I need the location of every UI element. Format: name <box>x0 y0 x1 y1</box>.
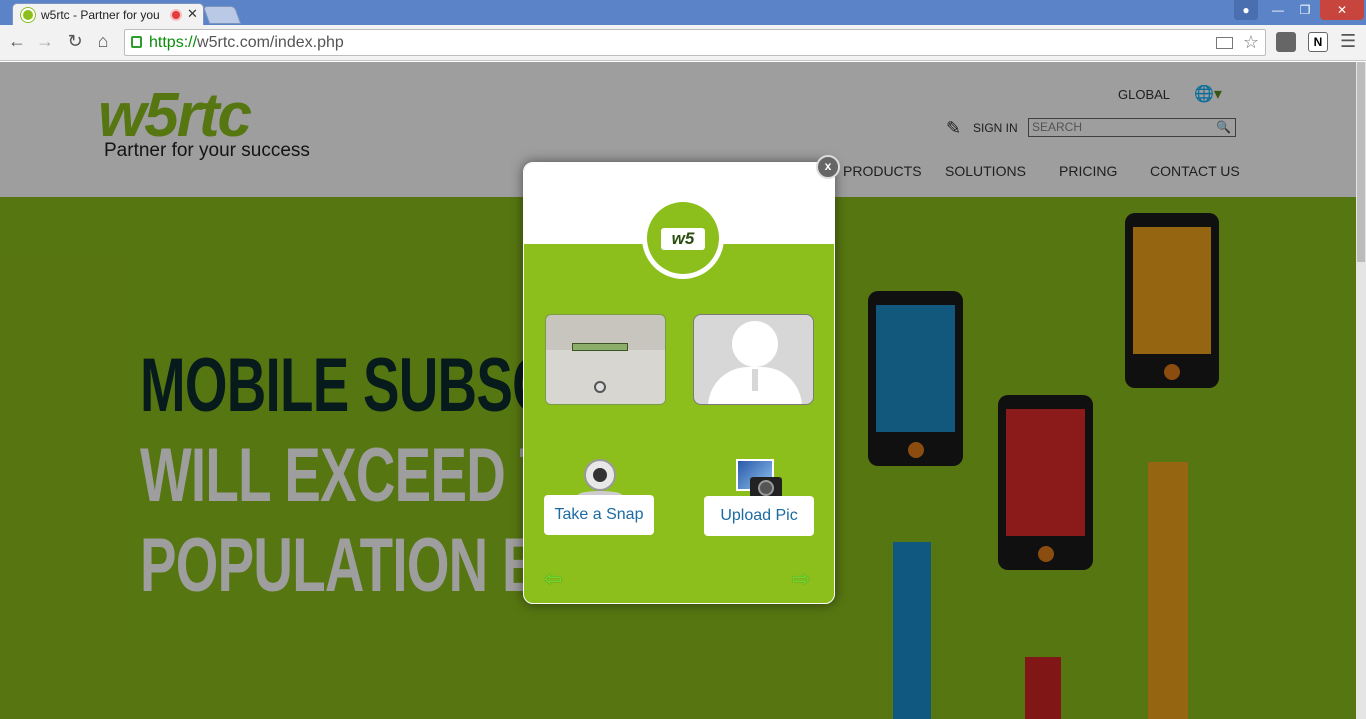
photo-camera-icon <box>736 459 784 501</box>
avatar-head <box>732 321 778 367</box>
secure-lock-icon <box>131 36 142 48</box>
address-bar[interactable]: https://w5rtc.com/index.php ☆ <box>124 29 1266 56</box>
home-icon[interactable]: ⌂ <box>92 31 114 52</box>
preview-floor <box>546 350 665 404</box>
preview-object <box>572 343 628 351</box>
recording-indicator-icon <box>170 9 182 21</box>
upload-pic-button[interactable]: Upload Pic <box>704 496 814 536</box>
logo-badge: w5 <box>661 228 705 250</box>
take-snap-button[interactable]: Take a Snap <box>544 495 654 535</box>
tab-close-icon[interactable]: ✕ <box>187 6 198 22</box>
browser-titlebar: w5rtc - Partner for you ✕ ● — ❐ ✕ <box>0 0 1366 25</box>
tab-title: w5rtc - Partner for you <box>41 8 160 22</box>
avatar-placeholder <box>693 314 814 405</box>
camera-permission-icon[interactable] <box>1216 37 1233 49</box>
avatar-collar <box>752 369 758 391</box>
bookmark-star-icon[interactable]: ☆ <box>1243 32 1259 53</box>
extension-n-icon[interactable]: N <box>1308 32 1328 52</box>
window-minimize-button[interactable]: — <box>1265 0 1291 20</box>
camera-preview <box>545 314 666 405</box>
browser-toolbar: ← → ↻ ⌂ https://w5rtc.com/index.php ☆ N … <box>0 25 1366 61</box>
logo-inner: w5 <box>647 202 719 274</box>
window-close-button[interactable]: ✕ <box>1320 0 1364 20</box>
reload-icon[interactable]: ↻ <box>64 31 86 52</box>
camera-lens <box>758 480 774 496</box>
preview-dot <box>594 381 606 393</box>
browser-tab-active[interactable]: w5rtc - Partner for you ✕ <box>12 3 204 25</box>
window-restore-button[interactable]: ❐ <box>1292 0 1318 20</box>
user-profile-icon[interactable]: ● <box>1234 0 1258 20</box>
w5-logo-icon: w5 <box>642 197 724 279</box>
site-favicon-icon <box>21 8 35 22</box>
page-scrollbar[interactable] <box>1356 62 1366 719</box>
next-arrow-icon[interactable]: ⇨ <box>792 566 810 592</box>
browser-menu-icon[interactable]: ☰ <box>1340 31 1356 52</box>
extension-shield-icon[interactable] <box>1276 32 1296 52</box>
webcam-lens <box>593 468 607 482</box>
scrollbar-thumb[interactable] <box>1357 62 1365 262</box>
url-text: https://w5rtc.com/index.php <box>149 34 344 51</box>
prev-arrow-icon[interactable]: ⇦ <box>544 566 562 592</box>
forward-arrow-icon[interactable]: → <box>34 31 56 52</box>
new-tab-button[interactable] <box>202 6 242 24</box>
back-arrow-icon[interactable]: ← <box>6 31 28 52</box>
photo-capture-modal: w5 Take a Snap Upload Pic ⇦ ⇨ <box>523 162 835 604</box>
modal-close-button[interactable]: x <box>816 155 840 179</box>
